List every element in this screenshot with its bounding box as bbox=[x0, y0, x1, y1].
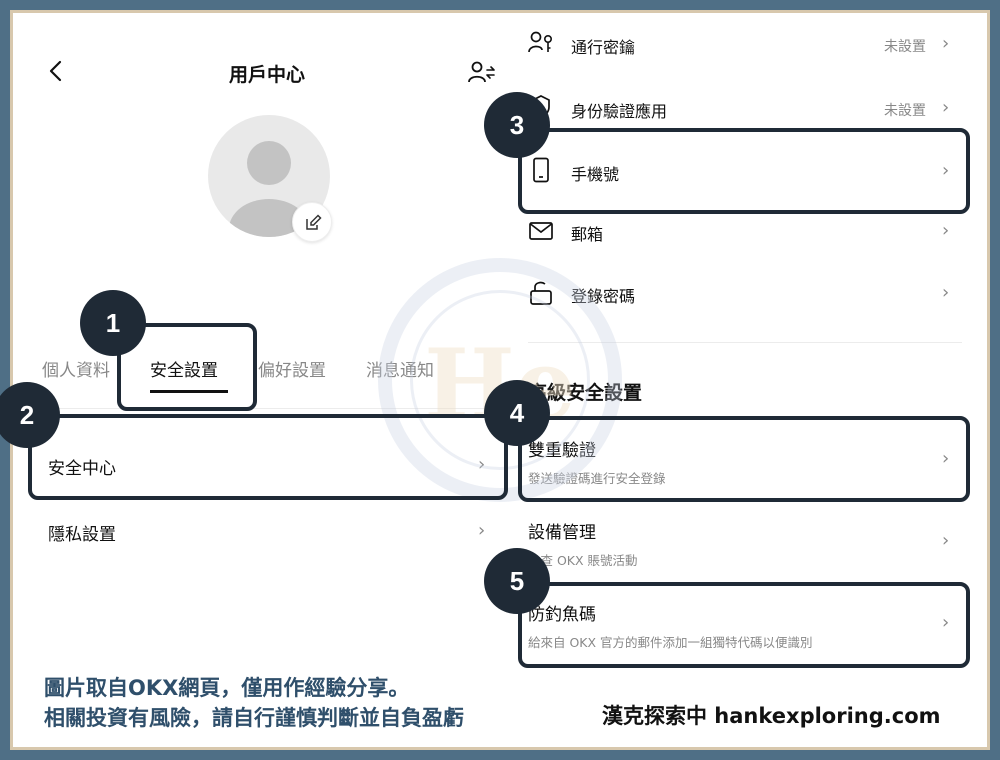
caption-line-2: 相關投資有風險，請自行謹慎判斷並自負盈虧 bbox=[44, 706, 464, 730]
security-item-email[interactable]: 郵箱 › bbox=[504, 216, 986, 252]
security-item-label: 登錄密碼 bbox=[571, 287, 636, 306]
tab-notifications[interactable]: 消息通知 bbox=[366, 356, 434, 381]
chevron-right-icon: › bbox=[942, 530, 950, 551]
passkey-icon bbox=[528, 30, 554, 56]
status-text: 未設置 bbox=[884, 39, 926, 55]
status-text: 未設置 bbox=[884, 103, 926, 119]
edit-avatar-icon[interactable] bbox=[292, 202, 332, 242]
tabs-divider bbox=[28, 408, 504, 409]
tab-preferences[interactable]: 偏好設置 bbox=[258, 356, 326, 381]
chevron-right-icon: › bbox=[942, 220, 950, 241]
caption-line-1: 圖片取自OKX網頁，僅用作經驗分享。 bbox=[44, 676, 410, 700]
step-badge-5: 5 bbox=[484, 548, 550, 614]
security-item-authenticator-app[interactable]: 身份驗證應用 未設置 › bbox=[504, 90, 986, 126]
security-item-label: 身份驗證應用 bbox=[571, 102, 668, 121]
highlight-security-center bbox=[28, 414, 508, 500]
chevron-right-icon: › bbox=[478, 520, 486, 541]
advanced-item-label: 設備管理 bbox=[528, 523, 596, 543]
menu-item-label: 隱私設置 bbox=[48, 525, 116, 545]
security-item-label: 郵箱 bbox=[571, 225, 604, 244]
security-item-login-password[interactable]: 登錄密碼 › bbox=[504, 278, 986, 314]
tab-profile[interactable]: 個人資料 bbox=[42, 356, 110, 381]
highlight-anti-phishing bbox=[518, 582, 970, 668]
user-center-panel: 用戶中心 個人資料 安全設置 偏好設置 消息通知 安全中心 › 隱私設置 › bbox=[14, 14, 504, 746]
lock-icon bbox=[528, 280, 554, 306]
mail-icon bbox=[528, 219, 554, 245]
step-badge-4: 4 bbox=[484, 380, 550, 446]
chevron-right-icon: › bbox=[942, 33, 950, 54]
step-badge-1: 1 bbox=[80, 290, 146, 356]
chevron-right-icon: › bbox=[942, 282, 950, 303]
chevron-right-icon: › bbox=[942, 97, 950, 118]
security-item-passkey[interactable]: 通行密鑰 未設置 › bbox=[504, 28, 986, 64]
step-badge-3: 3 bbox=[484, 92, 550, 158]
page-title: 用戶中心 bbox=[228, 64, 305, 86]
menu-item-privacy-settings[interactable]: 隱私設置 › bbox=[28, 512, 504, 552]
switch-account-icon[interactable] bbox=[466, 58, 496, 88]
highlight-two-factor bbox=[518, 416, 970, 502]
security-item-label: 通行密鑰 bbox=[571, 38, 636, 57]
highlight-phone bbox=[518, 128, 970, 214]
brand-caption: 漢克探索中 hankexploring.com bbox=[602, 704, 941, 728]
section-divider bbox=[528, 342, 962, 343]
advanced-item-device-management[interactable]: 設備管理 檢查 OKX 賬號活動 › bbox=[504, 512, 986, 572]
